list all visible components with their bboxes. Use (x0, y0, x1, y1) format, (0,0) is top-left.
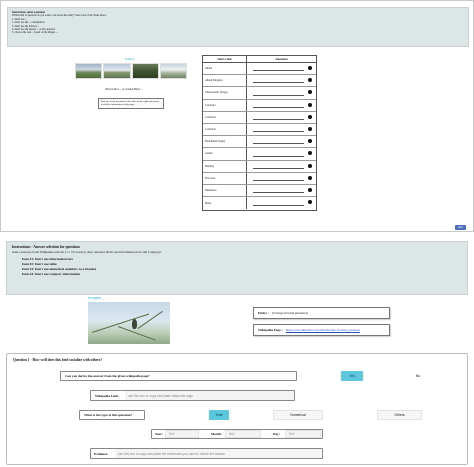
gallery-image[interactable] (159, 63, 187, 79)
task-name: Dimension (203, 184, 247, 197)
gallery-image[interactable] (131, 63, 159, 79)
column-header-annotation: Annotation (275, 57, 288, 61)
bird-figure (132, 319, 137, 329)
answer-instructions-subtitle: select answers from Wikipedia articles (… (12, 250, 162, 254)
task-name: Collection (203, 111, 247, 123)
task-table-header: Select a Task Annotation (203, 56, 316, 63)
evidence-label: Evidence: (94, 451, 109, 456)
day-label: Day: (273, 432, 280, 436)
images-label: Images (88, 295, 102, 300)
gallery-label: Gallery (125, 57, 135, 61)
derive-answer-row: Can you derive the answer from the given… (60, 371, 297, 381)
type-option-time[interactable]: Time (209, 410, 229, 420)
task-name: Characteristic (Stage) (203, 87, 247, 99)
task-row: Collection (203, 111, 316, 124)
wikipedia-page-link[interactable]: https://en.wikipedia.org/wiki/Orange-fro… (286, 328, 360, 332)
no-option[interactable]: No (407, 371, 429, 381)
task-radio[interactable] (308, 151, 312, 156)
month-input[interactable]: N/A (225, 430, 261, 438)
task-row: Album (203, 63, 316, 76)
entity-image (88, 302, 170, 344)
wikipedia-page-label: Wikipedia Page : (258, 328, 283, 332)
task-name: First Area (203, 172, 247, 184)
year-input[interactable]: N/A (165, 430, 199, 438)
wikipedia-page-box: Wikipedia Page : https://en.wikipedia.or… (253, 324, 390, 336)
entity-box: Entity : (Orange fronted parakeet) (253, 307, 390, 319)
annotation-input[interactable] (253, 192, 304, 194)
task-radio[interactable] (308, 175, 312, 180)
question-title: Question 1 - How well does this bird soc… (13, 358, 103, 362)
question-card: Question 1 - How well does this bird soc… (6, 353, 468, 465)
column-header-task: Select a Task (203, 56, 247, 62)
task-radio[interactable] (308, 126, 312, 131)
task-radio[interactable] (308, 200, 312, 205)
annotation-input[interactable] (253, 118, 304, 120)
derive-answer-label: Can you derive the answer from the given… (65, 374, 150, 378)
task-radio[interactable] (308, 163, 312, 168)
task-instructions: Instructions: select a question Which ki… (7, 7, 469, 47)
wikipedia-link-input[interactable]: use this box to copy and paste wikipedia… (125, 391, 294, 400)
instruction-item: Item #4: Don't use category information (22, 272, 81, 276)
annotation-input[interactable] (253, 143, 304, 145)
task-radio[interactable] (308, 102, 312, 107)
annotation-input[interactable] (253, 155, 304, 157)
day-input[interactable]: N/A (285, 430, 321, 438)
task-radio[interactable] (308, 66, 312, 70)
answer-selection-panel: Instructions - Answer selection for ques… (0, 236, 474, 467)
task-row: Gender (203, 148, 316, 161)
yes-option[interactable]: Yes (341, 371, 363, 381)
task-instruction-item: 5. Choose the task ... based on the imag… (12, 31, 58, 35)
task-row: Characteristic (Stage) (203, 87, 316, 100)
annotation-input[interactable] (253, 70, 304, 72)
task-row: Album Subgenre (203, 75, 316, 88)
task-name: Home (203, 197, 247, 210)
gallery-image[interactable] (103, 63, 131, 79)
annotation-input[interactable] (253, 179, 304, 181)
annotation-input[interactable] (253, 82, 304, 84)
type-option-others[interactable]: Others (377, 410, 422, 420)
answer-instructions: Instructions - Answer selection for ques… (6, 241, 468, 295)
evidence-input[interactable]: use this box to copy and paste the sente… (115, 449, 321, 458)
task-name: Collection (203, 123, 247, 136)
year-label: Year: (155, 432, 163, 436)
task-radio[interactable] (308, 78, 312, 83)
task-row: Collection (203, 123, 316, 137)
month-label: Month: (211, 432, 222, 436)
annotation-input[interactable] (253, 106, 304, 108)
type-option-numerical[interactable]: Numerical (273, 410, 323, 420)
annotation-input[interactable] (253, 167, 304, 169)
task-radio[interactable] (308, 139, 312, 144)
question-type-label: What is the type of this question? (84, 413, 133, 417)
task-name: Gender (203, 148, 247, 160)
question-type-row: What is the type of this question? (79, 410, 145, 420)
task-selection-panel: Instructions: select a question Which ki… (0, 0, 474, 232)
gallery-image[interactable] (75, 63, 103, 79)
task-radio[interactable] (308, 187, 312, 192)
entity-value: (Orange fronted parakeet) (272, 311, 308, 315)
task-row: First Area (203, 172, 316, 185)
task-row: Dimension (203, 184, 316, 198)
task-name: Album (203, 63, 247, 75)
wikipedia-link-label: Wikipedia Link: (95, 393, 119, 398)
annotation-input[interactable] (253, 94, 304, 96)
task-radio[interactable] (308, 114, 312, 119)
annotation-input[interactable] (253, 205, 304, 207)
task-row: Heading (203, 160, 316, 173)
annotation-input[interactable] (253, 131, 304, 133)
selection-note: Pick one of the questions in the table o… (98, 98, 164, 109)
task-name: Established (Stage) (203, 136, 247, 148)
task-name: Album Subgenre (203, 75, 247, 87)
task-row: Established (Stage) (203, 136, 316, 149)
task-table: Select a Task Annotation Album Album Sub… (202, 55, 317, 211)
gallery-caption: What is this a ... (Lowlands Bird) ... (105, 88, 143, 91)
image-gallery (75, 63, 187, 79)
task-row: Home (203, 197, 316, 210)
task-row: Calculator (203, 99, 316, 112)
task-name: Calculator (203, 99, 247, 111)
task-name: Heading (203, 160, 247, 172)
task-radio[interactable] (308, 90, 312, 95)
next-button[interactable]: Next (455, 225, 466, 230)
entity-label: Entity : (258, 311, 270, 315)
